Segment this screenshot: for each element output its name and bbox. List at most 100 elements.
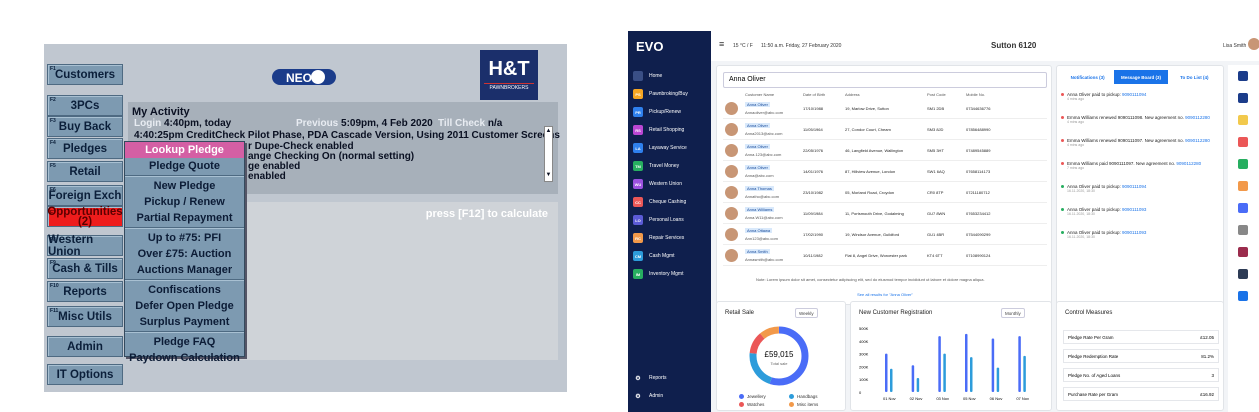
customer-name[interactable]: Anna Oliver [745,102,770,107]
app-shortcut-icon[interactable] [1238,115,1248,125]
bar [965,333,968,392]
tab-1[interactable]: Message Board (3) [1114,70,1168,84]
nav-item-cheque-cashing[interactable]: CC Cheque Cashing [633,195,686,209]
avatar[interactable] [1248,38,1259,50]
legacy-btn-admin[interactable]: Admin [47,336,123,357]
nav-item-home[interactable]: Home [633,69,662,83]
app-shortcut-icon[interactable] [1238,159,1248,169]
customer-name[interactable]: Anna Williams [745,207,775,212]
agreement-link[interactable]: 9090112280 [1176,161,1201,166]
nav-item-travel-money[interactable]: TM Travel Money [633,159,679,173]
control-row: Purchase Rate per Gram £16.92 [1063,387,1219,401]
brand-logo: H&T PAWNBROKERS [480,50,538,100]
legacy-btn-3pcs[interactable]: F2 3PCs [47,95,123,116]
app-shortcut-icon[interactable] [1238,291,1248,301]
nav-item-western-union[interactable]: WU Western Union [633,177,682,191]
agreement-link[interactable]: 9090112280 [1185,138,1210,143]
menu-item-pledge-faq[interactable]: Pledge FAQ [125,334,244,350]
nav-item-personal-loans[interactable]: LO Personal Loans [633,213,684,227]
nav-item-inventory-mgmt[interactable]: IM Inventory Mgmt [633,267,683,281]
agreement-link[interactable]: 9090111093 [1122,230,1146,235]
menu-item-auctions-manager[interactable]: Auctions Manager [125,262,244,278]
legacy-btn-misc-utils[interactable]: F11 Misc Utils [47,306,123,327]
app-shortcut-icon[interactable] [1238,247,1248,257]
nav-item-reports[interactable]: ⚙ Reports [633,371,666,385]
y-tick-label: 400K [859,339,869,344]
agreement-link[interactable]: 9090111094 [1122,92,1146,97]
app-shortcut-icon[interactable] [1238,269,1248,279]
app-shortcut-icon[interactable] [1238,203,1248,213]
customer-search-input[interactable]: Anna Oliver [723,72,1047,88]
activity-scrollbar[interactable]: ▲ ▼ [544,126,553,182]
nav-item-retail-shopping[interactable]: RS Retail Shopping [633,123,684,137]
menu-item-paydown-calculation[interactable]: Paydown Calculation [125,350,244,366]
app-shortcut-icon[interactable] [1238,225,1248,235]
nav-item-admin[interactable]: ⚙ Admin [633,389,663,403]
legacy-btn-western-union[interactable]: F8 Western Union [47,234,123,258]
legacy-btn-it-options[interactable]: IT Options [47,364,123,385]
customer-email: Anna.123@abc.com [745,152,782,157]
legacy-btn-retail[interactable]: F5 Retail [47,161,123,182]
tab-0[interactable]: Notifications (3) [1061,70,1114,84]
app-shortcut-icon[interactable] [1238,181,1248,191]
agreement-link[interactable]: 9090111093 [1122,207,1146,212]
legend-swatch [789,394,794,399]
y-tick-label: 100K [859,377,869,382]
table-row[interactable]: Anna Ottawa Ann123@abc.com 17/02/1990 19, W… [723,225,1047,245]
table-row[interactable]: Anna Oliver Anna.123@abc.com 22/05/1976 46,… [723,141,1047,161]
nav-item-layaway-service[interactable]: LA Layaway Service [633,141,687,155]
customer-name[interactable]: Anna Oliver [745,144,770,149]
table-row[interactable]: Anna Oliver Anna2013@abc.com 11/05/1964 27,… [723,120,1047,140]
nav-item-pawnbroking-buy[interactable]: PS Pawnbroking/Buy [633,87,688,101]
menu-item-over-75-auction[interactable]: Over £75: Auction [125,246,244,262]
nav-item-pickup-renew[interactable]: PR Pickup/Renew [633,105,681,119]
menu-item-confiscations[interactable]: Confiscations [125,282,244,298]
cell: 07658114173 [966,169,991,174]
customer-name[interactable]: Anna Oliver [745,123,770,128]
agreement-link[interactable]: 9090111094 [1122,184,1146,189]
nav-label: Retail Shopping [649,127,685,133]
table-row[interactable]: Anna Williams Anna.W11@abc.com 11/09/1984 1… [723,204,1047,224]
menu-item-lookup-pledge[interactable]: Lookup Pledge [125,142,244,158]
menu-item-pickup-renew[interactable]: Pickup / Renew [125,194,244,210]
table-row[interactable]: Anna Thomas Annatho@abc.com 23/10/1982 05, … [723,183,1047,203]
agreement-link[interactable]: 9090112280 [1185,115,1210,120]
cell: GU7 8WN [927,211,946,216]
menu-item-surplus-payment[interactable]: Surplus Payment [125,314,244,330]
app-shortcut-icon[interactable] [1238,137,1248,147]
menu-item-partial-repayment[interactable]: Partial Repayment [125,210,244,226]
menu-item-pledge-quote[interactable]: Pledge Quote [125,158,244,174]
nav-item-repair-services[interactable]: RC Repair Services [633,231,684,245]
user-name[interactable]: Lisa Smith [1223,43,1246,49]
legacy-btn-reports[interactable]: F10 Reports [47,281,123,302]
menu-item-defer-open-pledge[interactable]: Defer Open Pledge [125,298,244,314]
customer-name[interactable]: Anna Ottawa [745,228,773,233]
table-row[interactable]: Anna Smith Annasmith@abc.com 10/11/1982 Fla… [723,246,1047,266]
app-shortcut-icon[interactable] [1238,71,1248,81]
ncr-period-dropdown[interactable]: Monthly [1001,308,1025,318]
customer-name[interactable]: Anna Oliver [745,165,770,170]
menu-icon[interactable]: ≡ [719,39,724,49]
legacy-btn-opportunities[interactable]: F7 Opportunities (2) [47,206,123,227]
app-shortcut-icon[interactable] [1238,93,1248,103]
x-tick-label: 07 Nov [1016,396,1029,401]
customer-name[interactable]: Anna Thomas [745,186,774,191]
cell: KT4 6TT [927,253,943,258]
fkey-label: F10 [50,283,59,289]
menu-item-up-to-75-pfi[interactable]: Up to #75: PFI [125,230,244,246]
customer-email: Annasmith@abc.com [745,257,784,262]
table-row[interactable]: Anna Oliver Anna@abc.com 14/01/1976 87, Hil… [723,162,1047,182]
see-all-link[interactable]: See all results for "Anna Oliver" [717,292,1053,297]
tab-2[interactable]: To Do List (4) [1168,70,1221,84]
legacy-btn-cash-tills[interactable]: F9 Cash & Tills [47,258,123,279]
menu-item-new-pledge[interactable]: New Pledge [125,178,244,194]
retail-period-dropdown[interactable]: Weekly [795,308,818,318]
customer-name[interactable]: Anna Smith [745,249,770,254]
status-dot [1061,208,1064,211]
table-row[interactable]: Anna Oliver Annaoliver@abc.com 17/10/1988 1… [723,99,1047,119]
legacy-btn-buy-back[interactable]: F3 Buy Back [47,116,123,137]
legacy-btn-foreign-exch[interactable]: F6 Foreign Exch [47,185,123,206]
nav-item-cash-mgmt[interactable]: CM Cash Mgmt [633,249,675,263]
legacy-btn-pledges[interactable]: F4 Pledges [47,138,123,159]
legacy-btn-customers[interactable]: F1 Customers [47,64,123,85]
